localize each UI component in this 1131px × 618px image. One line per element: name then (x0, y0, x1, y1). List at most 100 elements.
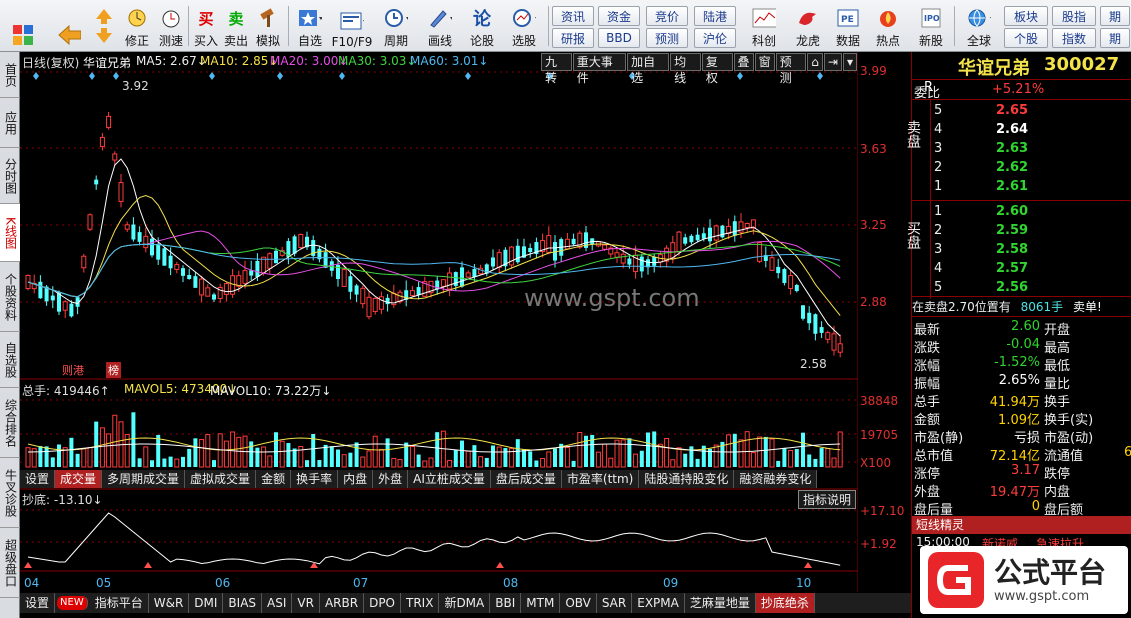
buy-level-row[interactable]: 2 2.59 (932, 223, 1131, 241)
predict-button[interactable]: 预测 (775, 53, 807, 85)
futures-button-2[interactable]: 期 (1100, 28, 1130, 48)
tab-indicator-platform[interactable]: 指标平台 (90, 593, 149, 613)
simulate-button[interactable]: 模拟 (252, 3, 284, 49)
tab-turnover[interactable]: 换手率 (291, 470, 339, 488)
forecast-button[interactable]: 预测 (646, 28, 688, 48)
tab-diagnosis[interactable]: 牛叉诊股 (0, 458, 20, 528)
nine-turn-button[interactable]: 九转 (541, 53, 572, 85)
window-button[interactable]: 窗 (754, 53, 775, 71)
period-button[interactable]: 周期 (376, 3, 416, 49)
discuss-button[interactable]: 论 论股 (466, 3, 498, 49)
speed-test-button[interactable]: 测速 (154, 3, 188, 49)
tab-super-orderbook[interactable]: 超级盘口 (0, 528, 20, 598)
tab-dpo[interactable]: DPO (364, 593, 401, 613)
tab-intraday[interactable]: 分时图 (0, 148, 20, 204)
ipo-button[interactable]: IPO 新股 (912, 3, 950, 49)
tab-outer[interactable]: 外盘 (373, 470, 409, 488)
buy-button[interactable]: 买 买入 (192, 3, 220, 49)
tab-new-dma[interactable]: 新DMA (439, 593, 491, 613)
sector-button[interactable]: 板块 (1004, 6, 1048, 26)
indicator-help-button[interactable]: 指标说明 (798, 490, 857, 509)
grid-menu-button[interactable] (6, 3, 40, 49)
back-button[interactable] (52, 3, 86, 49)
lock-icon[interactable]: ⌂ (807, 53, 823, 71)
tab-ranking[interactable]: 综合排名 (0, 388, 20, 458)
add-watchlist-button[interactable]: 加自选 (627, 53, 670, 85)
draw-line-button[interactable]: 画线 (420, 3, 460, 49)
hk-connect-button[interactable]: 陆港 (694, 6, 736, 26)
tab-settings[interactable]: 设置 (20, 470, 56, 488)
tab-bbi[interactable]: BBI (490, 593, 522, 613)
tab-wr[interactable]: W&R (149, 593, 190, 613)
tab-dmi[interactable]: DMI (189, 593, 224, 613)
tab-vr[interactable]: VR (292, 593, 320, 613)
favorites-button[interactable]: 自选 (292, 3, 328, 49)
capital-button[interactable]: 资金 (598, 6, 640, 26)
single-stock-button[interactable]: 个股 (1004, 28, 1048, 48)
tab-multi-period-volume[interactable]: 多周期成交量 (102, 470, 186, 488)
news-button[interactable]: 资讯 (552, 6, 594, 26)
futures-button[interactable]: 期 (1100, 6, 1130, 26)
adjust-button[interactable]: 复权 (701, 53, 733, 85)
index-button[interactable]: 指数 (1052, 28, 1096, 48)
sci-tech-button[interactable]: 科创 (744, 3, 784, 49)
forward-icon[interactable]: ⇥ (823, 53, 842, 71)
tab-bias[interactable]: BIAS (223, 593, 263, 613)
hot-topics-button[interactable]: 热点 (870, 3, 906, 49)
stock-index-button[interactable]: 股指 (1052, 6, 1096, 26)
auction-button[interactable]: 竞价 (646, 6, 688, 26)
kline-chart-canvas[interactable] (20, 52, 858, 592)
sell-level-row[interactable]: 1 2.61 (932, 179, 1131, 197)
tab-margin[interactable]: 融资融券变化 (734, 470, 818, 488)
up-down-button[interactable] (90, 3, 118, 49)
volume-bar (627, 438, 632, 467)
sell-level-row[interactable]: 4 2.64 (932, 122, 1131, 140)
ma-button[interactable]: 均线 (670, 53, 701, 85)
tab-watchlist[interactable]: 自选股 (0, 332, 20, 388)
research-button[interactable]: 研报 (552, 28, 594, 48)
buy-level-row[interactable]: 3 2.58 (932, 242, 1131, 260)
tab-ai-volume[interactable]: AI立桩成交量 (408, 470, 491, 488)
shanghai-london-button[interactable]: 沪伦 (694, 28, 736, 48)
major-events-button[interactable]: 重大事件 (572, 53, 627, 85)
tab-apps[interactable]: 应用 (0, 98, 20, 148)
tab-settings[interactable]: 设置 (20, 593, 56, 613)
stock-picker-button[interactable]: 选股 (502, 3, 546, 49)
overlay-button[interactable]: 叠 (733, 53, 754, 71)
tab-home[interactable]: 首页 (0, 52, 20, 98)
tab-mtm[interactable]: MTM (521, 593, 561, 613)
dragon-tiger-button[interactable]: 龙虎 (788, 3, 828, 49)
kline-chart-area[interactable]: 日线(复权) 华谊兄弟 MA5: 2.67↓ MA10: 2.85↓ MA20:… (20, 52, 904, 592)
tab-after-hours-volume[interactable]: 盘后成交量 (490, 470, 562, 488)
sell-button[interactable]: 卖 卖出 (222, 3, 250, 49)
tab-volume[interactable]: 成交量 (55, 470, 103, 488)
tab-asi[interactable]: ASI (262, 593, 293, 613)
tab-inner[interactable]: 内盘 (338, 470, 374, 488)
sell-level-row[interactable]: 5 2.65 (932, 103, 1131, 121)
bbd-button[interactable]: BBD (598, 28, 640, 48)
dropdown-icon[interactable]: ▾ (842, 53, 857, 71)
candle-body (515, 245, 520, 263)
tab-virtual-volume[interactable]: 虚拟成交量 (185, 470, 257, 488)
fix-button[interactable]: 修正 (120, 3, 154, 49)
data-button[interactable]: PE 数据 (830, 3, 866, 49)
candle-body (205, 287, 211, 297)
tab-arbr[interactable]: ARBR (320, 593, 365, 613)
buy-level-row[interactable]: 4 2.57 (932, 261, 1131, 279)
sell-level-row[interactable]: 2 2.62 (932, 160, 1131, 178)
f10-button[interactable]: F10/F9 (332, 3, 372, 49)
tab-bottom-fishing[interactable]: 抄底绝杀 (755, 593, 815, 613)
tab-obv[interactable]: OBV (560, 593, 597, 613)
tab-amount[interactable]: 金额 (256, 470, 292, 488)
tab-sar[interactable]: SAR (597, 593, 633, 613)
buy-level-row[interactable]: 1 2.60 (932, 204, 1131, 222)
tab-pe-ttm[interactable]: 市盈率(ttm) (561, 470, 640, 488)
tab-trix[interactable]: TRIX (401, 593, 440, 613)
tab-stock-profile[interactable]: 个股资料 (0, 262, 20, 332)
tab-sesame-volume[interactable]: 芝麻量地量 (685, 593, 756, 613)
global-button[interactable]: 全球 (958, 3, 1000, 49)
sell-level-row[interactable]: 3 2.63 (932, 141, 1131, 159)
tab-connect-holding[interactable]: 陆股通持股变化 (639, 470, 735, 488)
tab-expma[interactable]: EXPMA (632, 593, 685, 613)
tab-kline[interactable]: K线图 (0, 204, 20, 262)
